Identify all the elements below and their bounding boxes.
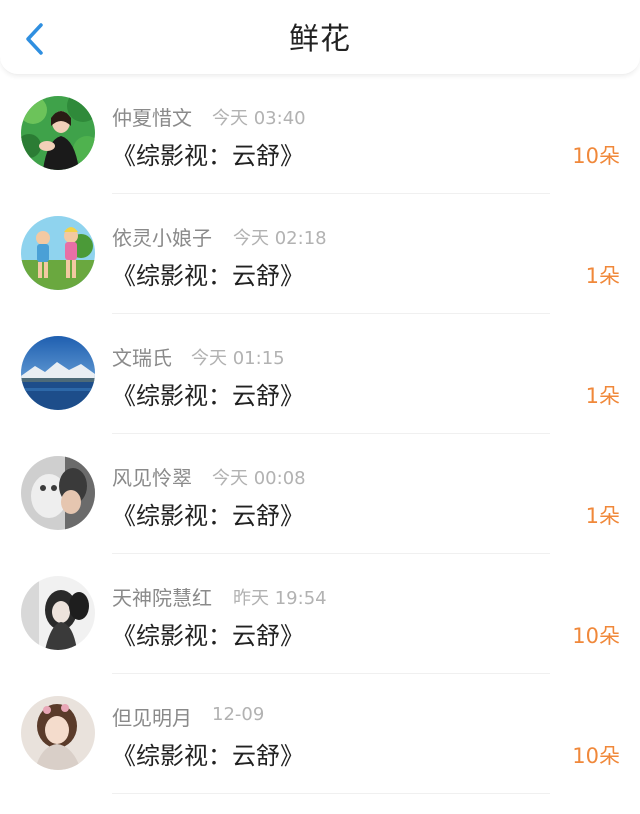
user-name: 仲夏惜文 xyxy=(112,106,192,130)
book-title: 《综影视：云舒》 xyxy=(112,622,304,650)
book-title: 《综影视：云舒》 xyxy=(112,382,304,410)
time-label: 12-09 xyxy=(212,704,265,725)
user-name: 天神院慧红 xyxy=(112,586,212,610)
flower-count: 10朵 xyxy=(572,744,620,768)
avatar[interactable] xyxy=(21,336,95,410)
avatar[interactable] xyxy=(21,576,95,650)
user-name: 文瑞氏 xyxy=(112,346,172,370)
time-label: 今天 02:18 xyxy=(233,228,327,249)
book-title: 《综影视：云舒》 xyxy=(112,142,304,170)
avatar[interactable] xyxy=(21,456,95,530)
flower-count: 10朵 xyxy=(572,624,620,648)
flower-count: 10朵 xyxy=(572,144,620,168)
top-bar: 鲜花 xyxy=(0,0,640,75)
avatar[interactable] xyxy=(21,696,95,770)
list-item[interactable]: 文瑞氏 今天 01:15 《综影视：云舒》 1朵 xyxy=(0,314,640,434)
page-title: 鲜花 xyxy=(289,22,351,57)
avatar[interactable] xyxy=(21,96,95,170)
avatar[interactable] xyxy=(21,216,95,290)
flower-count: 1朵 xyxy=(585,384,620,408)
list-item[interactable]: 依灵小娘子 今天 02:18 《综影视：云舒》 1朵 xyxy=(0,194,640,314)
user-name: 但见明月 xyxy=(112,706,192,730)
list-item[interactable]: 但见明月 12-09 《综影视：云舒》 10朵 xyxy=(0,674,640,794)
time-label: 今天 00:08 xyxy=(212,468,306,489)
flower-count: 1朵 xyxy=(585,504,620,528)
list-item[interactable]: 天神院慧红 昨天 19:54 《综影视：云舒》 10朵 xyxy=(0,554,640,674)
book-title: 《综影视：云舒》 xyxy=(112,742,304,770)
time-label: 昨天 19:54 xyxy=(233,588,327,609)
book-title: 《综影视：云舒》 xyxy=(112,262,304,290)
divider xyxy=(112,793,550,794)
time-label: 今天 01:15 xyxy=(191,348,285,369)
flower-count: 1朵 xyxy=(585,264,620,288)
list-item[interactable]: 仲夏惜文 今天 03:40 《综影视：云舒》 10朵 xyxy=(0,74,640,194)
book-title: 《综影视：云舒》 xyxy=(112,502,304,530)
list-item[interactable]: 风见怜翠 今天 00:08 《综影视：云舒》 1朵 xyxy=(0,434,640,554)
user-name: 风见怜翠 xyxy=(112,466,192,490)
user-name: 依灵小娘子 xyxy=(112,226,212,250)
time-label: 今天 03:40 xyxy=(212,108,306,129)
